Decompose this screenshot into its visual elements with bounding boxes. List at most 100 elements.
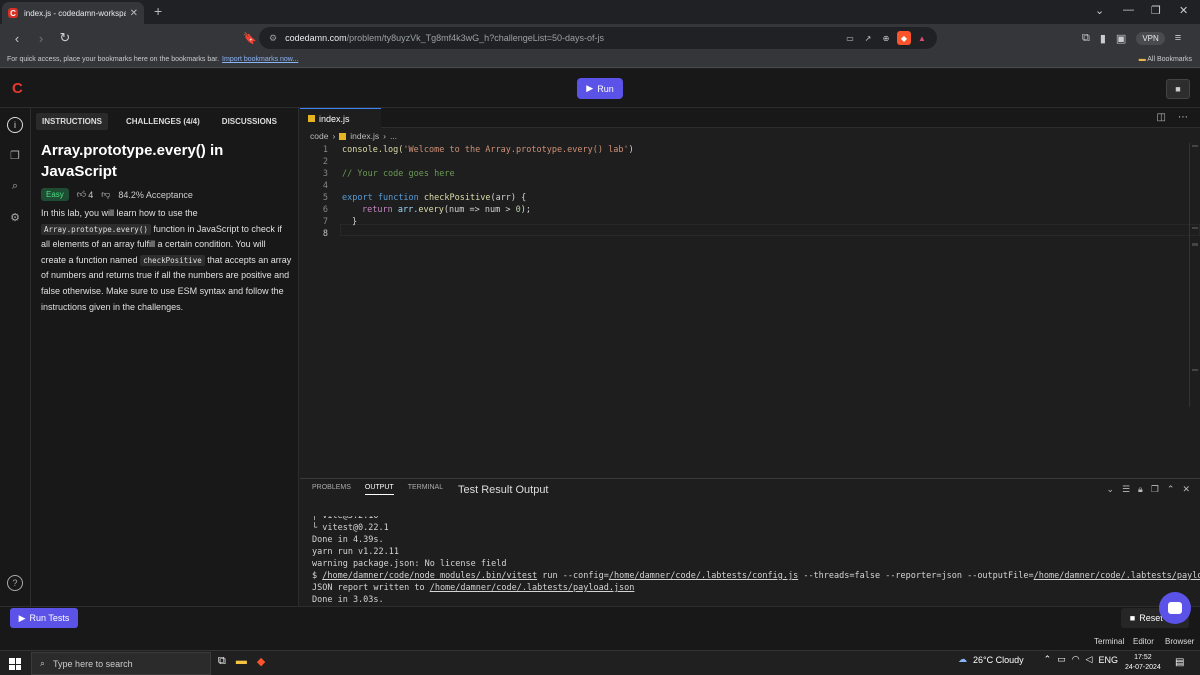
windows-taskbar: ⌕ Type here to search ⧉ ▬ ◆ ☁ 26°C Cloud…	[0, 650, 1200, 675]
bookmark-icon[interactable]: 🔖	[243, 32, 257, 45]
lab-title: Array.prototype.every() in JavaScript	[41, 142, 224, 180]
codedamn-logo[interactable]: C	[12, 80, 23, 97]
taskbar-search-input[interactable]: ⌕ Type here to search	[31, 652, 211, 675]
code-line-1: console.log('Welcome to the Array.protot…	[342, 145, 634, 155]
help-icon[interactable]: ?	[7, 575, 23, 591]
import-bookmarks-link[interactable]: Import bookmarks now...	[222, 56, 298, 63]
view-editor[interactable]: Editor	[1133, 637, 1154, 646]
split-editor-icon[interactable]: ◫	[1157, 112, 1166, 123]
windows-start-icon[interactable]	[9, 658, 21, 670]
cast-icon[interactable]: ▭	[843, 31, 857, 45]
reload-icon[interactable]: ↻	[58, 30, 72, 46]
vpn-button[interactable]: VPN	[1136, 31, 1165, 45]
bookmarks-bar: For quick access, place your bookmarks h…	[0, 52, 1200, 68]
notification-icon[interactable]: ▤	[1175, 657, 1184, 668]
close-tab-icon[interactable]: ✕	[130, 8, 138, 19]
search-icon[interactable]: ⌕	[7, 178, 23, 194]
wifi-icon[interactable]: ◠	[1072, 654, 1080, 665]
tab-search-icon[interactable]: ⌄	[1095, 4, 1104, 17]
file-link[interactable]: /home/damner/code/node_modules/.bin/vite…	[322, 571, 537, 581]
line-number: 7	[322, 217, 328, 227]
chat-support-icon[interactable]	[1159, 592, 1191, 624]
tab-problems[interactable]: PROBLEMS	[312, 484, 351, 495]
tab-instructions[interactable]: INSTRUCTIONS	[36, 113, 108, 130]
breadcrumb-file[interactable]: index.js	[350, 131, 379, 141]
settings-gear-icon[interactable]: ⚙	[7, 209, 23, 225]
output-channel-select[interactable]: Test Result Output ⌄	[454, 480, 1124, 499]
output-log[interactable]: ├ vite@5.2.10 └ vitest@0.22.1 Done in 4.3…	[312, 516, 1200, 606]
back-icon[interactable]: ‹	[10, 31, 24, 46]
output-line: Done in 4.39s.	[312, 535, 384, 545]
chevron-up-icon[interactable]: ⌃	[1044, 654, 1052, 665]
sidebar-icon[interactable]: ▮	[1100, 32, 1106, 45]
more-actions-icon[interactable]: ⋯	[1178, 112, 1188, 123]
new-tab-icon[interactable]: +	[154, 3, 162, 19]
instruction-tabs: INSTRUCTIONS CHALLENGES (4/4) DISCUSSION…	[36, 113, 283, 130]
wallet-icon[interactable]: ▣	[1116, 32, 1126, 45]
chevron-right-icon: ›	[332, 131, 336, 141]
breadcrumb-more[interactable]: ...	[390, 131, 397, 141]
delete-icon[interactable]: ■	[1166, 79, 1190, 99]
lab-meta: Easy 👍︎ 4 👎︎ 84.2% Acceptance	[41, 188, 193, 201]
bookmarks-hint: For quick access, place your bookmarks h…	[7, 56, 220, 63]
file-link[interactable]: /home/damner/code/.labtests/payload.json	[430, 583, 635, 593]
all-bookmarks-button[interactable]: ▬ All Bookmarks	[1139, 56, 1192, 63]
thumbs-down-icon[interactable]: 👎︎	[101, 189, 110, 200]
thumbs-up-icon[interactable]: 👍︎	[77, 189, 86, 200]
site-info-icon[interactable]: ⚙	[269, 33, 277, 44]
output-line: ├ vite@5.2.10	[312, 511, 379, 521]
volume-icon[interactable]: ◁	[1086, 654, 1093, 665]
copy-icon[interactable]: ❐	[1151, 484, 1159, 495]
view-browser[interactable]: Browser	[1165, 637, 1194, 646]
brave-shields-icon[interactable]: ◆	[897, 31, 911, 45]
files-icon[interactable]: ❐	[7, 147, 23, 163]
language-indicator[interactable]: ENG	[1098, 655, 1118, 665]
file-link[interactable]: /home/damner/code/.labtests/config.js	[609, 571, 798, 581]
file-link[interactable]: /home/damner/code/.labtests/payload.json	[1034, 571, 1200, 581]
tab-terminal[interactable]: TERMINAL	[408, 484, 443, 495]
weather-text[interactable]: 26°C Cloudy	[973, 655, 1024, 665]
inline-code: Array.prototype.every()	[41, 223, 151, 235]
taskbar-clock[interactable]: 17:52 24-07-2024	[1125, 653, 1161, 673]
tab-discussions[interactable]: DISCUSSIONS	[216, 113, 283, 130]
address-bar[interactable]: ⚙ codedamn.com /problem/ty8uyzVk_Tg8mf4k…	[259, 27, 937, 49]
close-panel-icon[interactable]: ✕	[1182, 484, 1190, 495]
brave-browser-icon[interactable]: ◆	[257, 655, 265, 668]
filter-list-icon[interactable]: ☰	[1122, 484, 1130, 495]
output-panel: PROBLEMS OUTPUT TERMINAL Test Result Out…	[300, 478, 1200, 605]
info-icon[interactable]: i	[7, 117, 23, 133]
view-terminal[interactable]: Terminal	[1094, 637, 1124, 646]
output-line: JSON report written to /home/damner/code…	[312, 583, 635, 593]
file-explorer-icon[interactable]: ▬	[236, 655, 247, 668]
task-view-icon[interactable]: ⧉	[218, 655, 226, 668]
maximize-icon[interactable]: ❐	[1151, 4, 1161, 17]
brave-rewards-icon[interactable]: ▲	[915, 31, 929, 45]
line-number: 4	[322, 181, 328, 191]
output-line: yarn run v1.22.11	[312, 547, 399, 557]
zoom-icon[interactable]: ⊕	[879, 31, 893, 45]
forward-icon[interactable]: ›	[34, 31, 48, 46]
maximize-panel-icon[interactable]: ⌃	[1167, 484, 1175, 495]
output-line: $ /home/damner/code/node_modules/.bin/vi…	[312, 571, 1200, 581]
code-line-6: return arr.every(num => num > 0);	[362, 205, 531, 215]
extensions-icon[interactable]: ⧉	[1082, 32, 1090, 45]
url-path: /problem/ty8uyzVk_Tg8mf4k3wG_h?challenge…	[346, 33, 605, 43]
editor-tab-index-js[interactable]: index.js	[300, 108, 381, 128]
browser-tab[interactable]: C index.js - codedamn-workspace ✕	[2, 2, 144, 24]
search-icon: ⌕	[40, 658, 46, 668]
minimap-scrollbar[interactable]	[1189, 143, 1200, 407]
battery-icon[interactable]: ▭	[1057, 654, 1066, 665]
run-button[interactable]: ▶ Run	[577, 78, 623, 99]
menu-icon[interactable]: ≡	[1175, 32, 1181, 44]
bottom-action-bar: ▶ Run Tests ■ Reset Lab	[0, 606, 1200, 633]
close-window-icon[interactable]: ✕	[1179, 4, 1188, 17]
codedamn-favicon-icon: C	[8, 8, 18, 18]
share-icon[interactable]: ↗	[861, 31, 875, 45]
minimize-icon[interactable]: —	[1123, 4, 1134, 16]
js-file-icon	[308, 115, 315, 122]
tab-challenges[interactable]: CHALLENGES (4/4)	[120, 113, 206, 130]
breadcrumb-folder[interactable]: code	[310, 131, 328, 141]
lock-icon[interactable]: 🔒︎	[1138, 484, 1143, 495]
tab-output[interactable]: OUTPUT	[364, 484, 394, 495]
run-tests-button[interactable]: ▶ Run Tests	[10, 608, 78, 628]
